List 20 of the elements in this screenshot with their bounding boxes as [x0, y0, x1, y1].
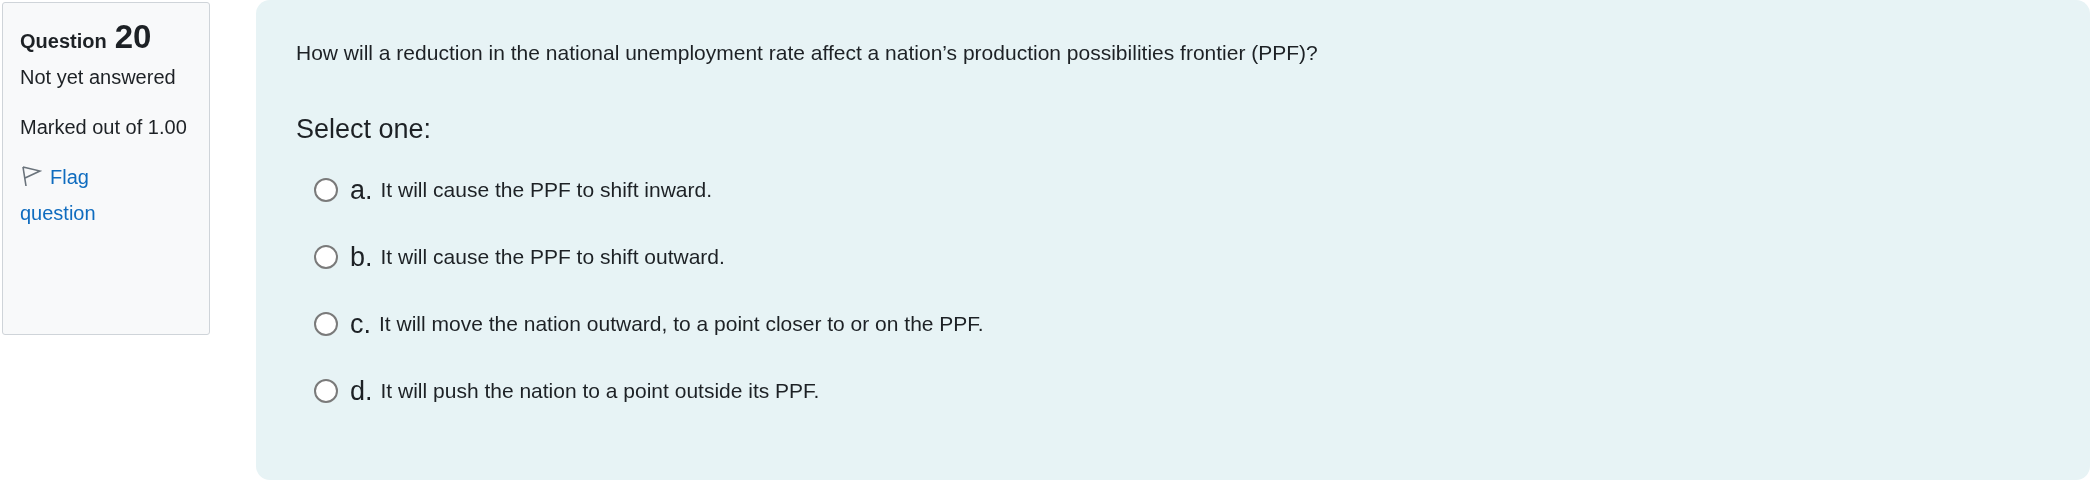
option-text: It will cause the PPF to shift outward.	[380, 244, 725, 270]
radio-button[interactable]	[314, 379, 338, 403]
question-number: 20	[114, 17, 152, 57]
option-text: It will push the nation to a point outside its PPF.	[380, 378, 820, 404]
option-letter: d.	[350, 377, 373, 405]
question-label: Question	[20, 29, 107, 54]
radio-button[interactable]	[314, 178, 338, 202]
option-letter: b.	[350, 243, 373, 271]
option-letter: a.	[350, 176, 373, 204]
flag-question-link[interactable]: Flag question	[20, 159, 170, 231]
option-text: It will cause the PPF to shift inward.	[380, 177, 712, 203]
marks-text: Marked out of 1.00	[20, 115, 188, 140]
question-text: How will a reduction in the national unemployment rate affect a nation’s production possibilities frontier (PPF)?	[296, 40, 1319, 66]
option-letter: c.	[350, 310, 371, 338]
flag-icon	[20, 165, 42, 187]
status-text: Not yet answered	[20, 65, 177, 90]
select-prompt: Select one:	[296, 113, 433, 146]
radio-button[interactable]	[314, 312, 338, 336]
radio-button[interactable]	[314, 245, 338, 269]
option-text: It will move the nation outward, to a point closer to or on the PPF.	[379, 311, 984, 337]
